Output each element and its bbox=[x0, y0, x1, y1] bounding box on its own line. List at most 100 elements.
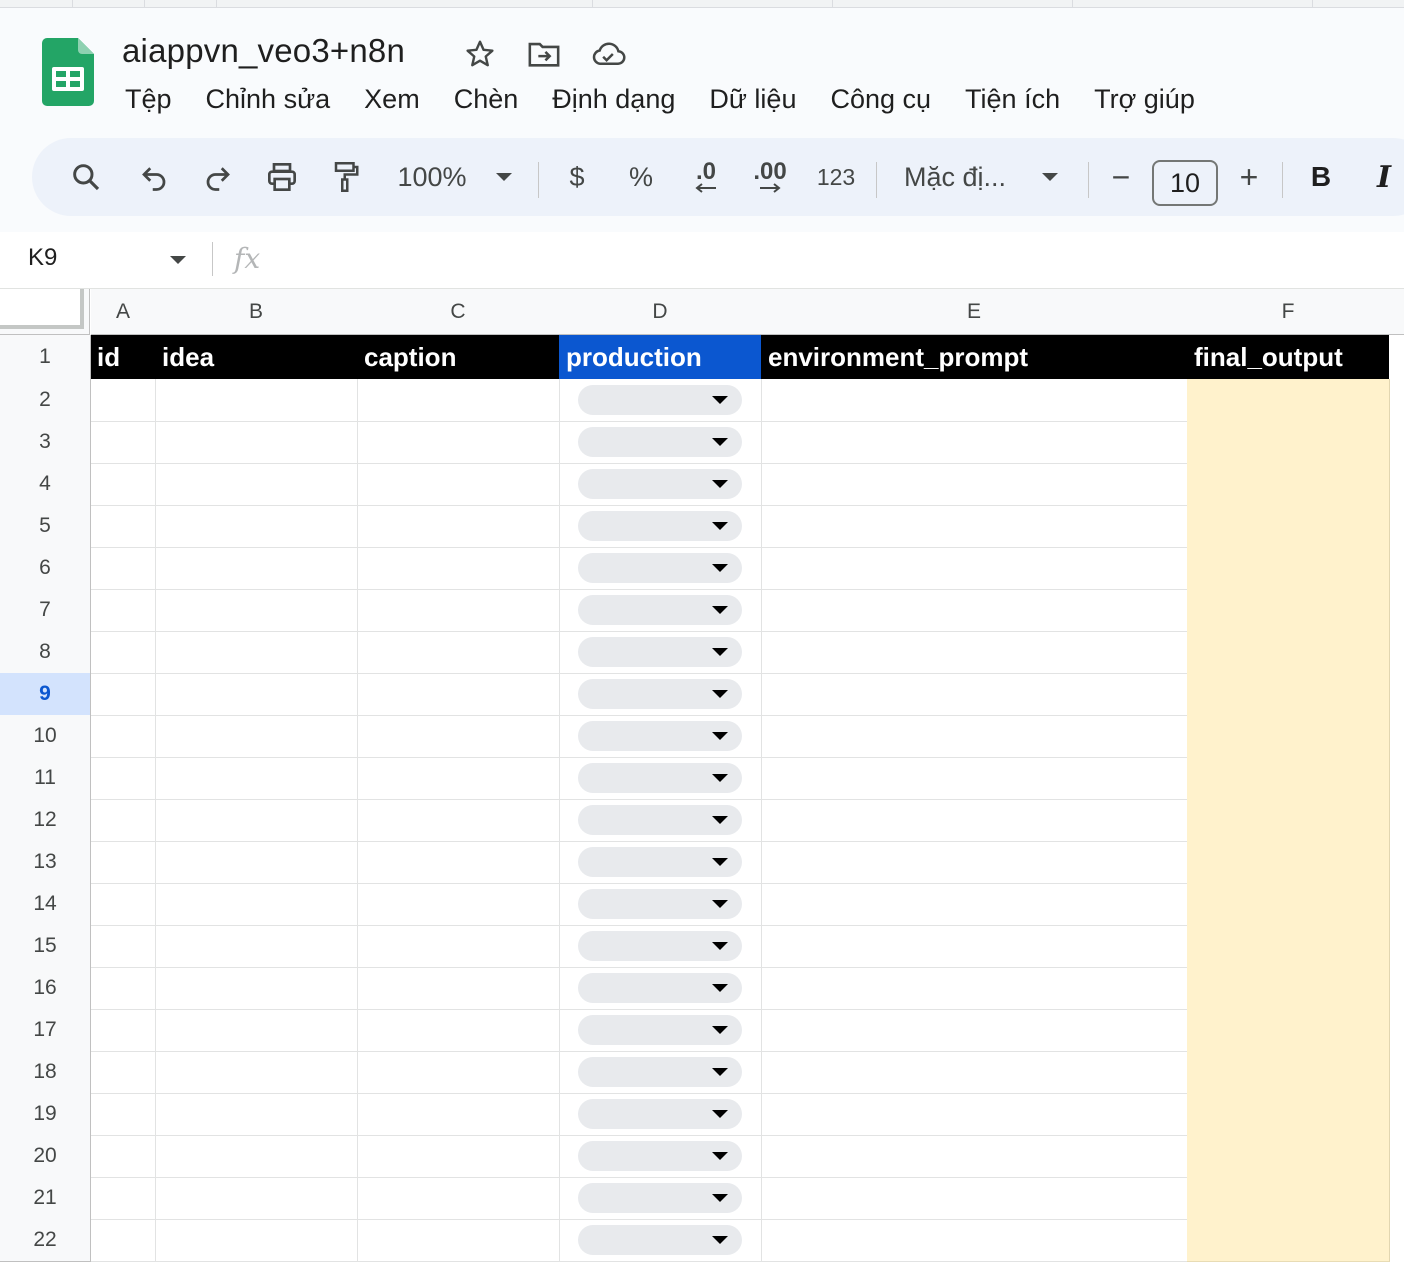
row-header-5[interactable]: 5 bbox=[0, 505, 91, 548]
cell-e9[interactable] bbox=[761, 673, 1188, 716]
cell-b18[interactable] bbox=[155, 1051, 358, 1094]
undo-icon[interactable] bbox=[130, 138, 178, 216]
redo-icon[interactable] bbox=[194, 138, 242, 216]
production-dropdown-chip[interactable] bbox=[578, 931, 742, 961]
name-box[interactable]: K9 bbox=[28, 244, 57, 272]
cell-a6[interactable] bbox=[91, 547, 156, 590]
production-dropdown-chip[interactable] bbox=[578, 847, 742, 877]
formula-input[interactable] bbox=[280, 240, 1390, 280]
cell-b17[interactable] bbox=[155, 1009, 358, 1052]
percent-format-button[interactable]: % bbox=[621, 138, 661, 216]
row-header-14[interactable]: 14 bbox=[0, 883, 91, 926]
cell-a17[interactable] bbox=[91, 1009, 156, 1052]
production-dropdown-chip[interactable] bbox=[578, 511, 742, 541]
cell-f8[interactable] bbox=[1187, 631, 1390, 674]
cell-e11[interactable] bbox=[761, 757, 1188, 800]
menu-format[interactable]: Định dạng bbox=[535, 84, 692, 115]
search-icon[interactable] bbox=[62, 138, 110, 216]
row-header-8[interactable]: 8 bbox=[0, 631, 91, 674]
cell-c17[interactable] bbox=[357, 1009, 560, 1052]
cell-f18[interactable] bbox=[1187, 1051, 1390, 1094]
header-cell-a[interactable]: id bbox=[91, 335, 155, 379]
row-header-10[interactable]: 10 bbox=[0, 715, 91, 758]
menu-insert[interactable]: Chèn bbox=[437, 84, 536, 115]
decrease-decimal-button[interactable]: .0 bbox=[682, 138, 730, 216]
cell-b3[interactable] bbox=[155, 421, 358, 464]
production-dropdown-chip[interactable] bbox=[578, 1225, 742, 1255]
cell-b2[interactable] bbox=[155, 379, 358, 422]
increase-decimal-button[interactable]: .00 bbox=[746, 138, 794, 216]
cell-f11[interactable] bbox=[1187, 757, 1390, 800]
cell-c3[interactable] bbox=[357, 421, 560, 464]
font-family-select[interactable]: Mặc đị... bbox=[904, 138, 1022, 216]
cell-a20[interactable] bbox=[91, 1135, 156, 1178]
menu-data[interactable]: Dữ liệu bbox=[692, 84, 813, 115]
column-header-c[interactable]: C bbox=[357, 289, 560, 335]
row-header-16[interactable]: 16 bbox=[0, 967, 91, 1010]
production-dropdown-chip[interactable] bbox=[578, 1099, 742, 1129]
column-header-a[interactable]: A bbox=[91, 289, 156, 335]
name-box-dropdown-icon[interactable] bbox=[170, 256, 186, 264]
cell-b11[interactable] bbox=[155, 757, 358, 800]
header-cell-b[interactable]: idea bbox=[155, 335, 357, 379]
production-dropdown-chip[interactable] bbox=[578, 469, 742, 499]
cell-f2[interactable] bbox=[1187, 379, 1390, 422]
cell-e16[interactable] bbox=[761, 967, 1188, 1010]
italic-button[interactable]: I bbox=[1368, 138, 1400, 216]
cell-c22[interactable] bbox=[357, 1219, 560, 1262]
cell-a13[interactable] bbox=[91, 841, 156, 884]
cell-a12[interactable] bbox=[91, 799, 156, 842]
row-header-2[interactable]: 2 bbox=[0, 379, 91, 422]
cell-c21[interactable] bbox=[357, 1177, 560, 1220]
cell-f7[interactable] bbox=[1187, 589, 1390, 632]
cell-a16[interactable] bbox=[91, 967, 156, 1010]
cell-b8[interactable] bbox=[155, 631, 358, 674]
cell-c16[interactable] bbox=[357, 967, 560, 1010]
cell-b10[interactable] bbox=[155, 715, 358, 758]
cell-f14[interactable] bbox=[1187, 883, 1390, 926]
cell-f5[interactable] bbox=[1187, 505, 1390, 548]
cell-e18[interactable] bbox=[761, 1051, 1188, 1094]
cell-c12[interactable] bbox=[357, 799, 560, 842]
cell-a5[interactable] bbox=[91, 505, 156, 548]
cell-e21[interactable] bbox=[761, 1177, 1188, 1220]
row-header-21[interactable]: 21 bbox=[0, 1177, 91, 1220]
production-dropdown-chip[interactable] bbox=[578, 1141, 742, 1171]
menu-help[interactable]: Trợ giúp bbox=[1077, 84, 1212, 115]
cell-a21[interactable] bbox=[91, 1177, 156, 1220]
production-dropdown-chip[interactable] bbox=[578, 1015, 742, 1045]
menu-file[interactable]: Tệp bbox=[108, 84, 189, 115]
cell-e10[interactable] bbox=[761, 715, 1188, 758]
cell-b6[interactable] bbox=[155, 547, 358, 590]
cell-f20[interactable] bbox=[1187, 1135, 1390, 1178]
cell-f13[interactable] bbox=[1187, 841, 1390, 884]
bold-button[interactable]: B bbox=[1302, 138, 1340, 216]
cell-a11[interactable] bbox=[91, 757, 156, 800]
cell-f22[interactable] bbox=[1187, 1219, 1390, 1262]
menu-tools[interactable]: Công cụ bbox=[813, 84, 948, 115]
row-header-4[interactable]: 4 bbox=[0, 463, 91, 506]
cell-f19[interactable] bbox=[1187, 1093, 1390, 1136]
cell-f3[interactable] bbox=[1187, 421, 1390, 464]
cell-e19[interactable] bbox=[761, 1093, 1188, 1136]
cell-b22[interactable] bbox=[155, 1219, 358, 1262]
cell-f10[interactable] bbox=[1187, 715, 1390, 758]
production-dropdown-chip[interactable] bbox=[578, 1057, 742, 1087]
cell-a4[interactable] bbox=[91, 463, 156, 506]
sheets-logo-icon[interactable] bbox=[42, 38, 94, 106]
row-header-12[interactable]: 12 bbox=[0, 799, 91, 842]
move-to-folder-icon[interactable] bbox=[526, 36, 562, 72]
number-format-button[interactable]: 123 bbox=[812, 138, 860, 216]
row-header-9[interactable]: 9 bbox=[0, 673, 91, 716]
print-icon[interactable] bbox=[258, 138, 306, 216]
cell-a18[interactable] bbox=[91, 1051, 156, 1094]
row-header-18[interactable]: 18 bbox=[0, 1051, 91, 1094]
column-header-d[interactable]: D bbox=[559, 289, 762, 335]
cell-f12[interactable] bbox=[1187, 799, 1390, 842]
cell-a22[interactable] bbox=[91, 1219, 156, 1262]
cell-f15[interactable] bbox=[1187, 925, 1390, 968]
row-header-17[interactable]: 17 bbox=[0, 1009, 91, 1052]
column-header-e[interactable]: E bbox=[761, 289, 1188, 335]
cell-a8[interactable] bbox=[91, 631, 156, 674]
cell-b4[interactable] bbox=[155, 463, 358, 506]
